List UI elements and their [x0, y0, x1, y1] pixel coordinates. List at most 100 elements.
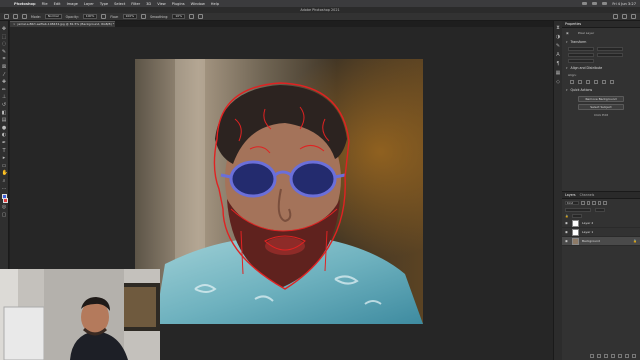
- select-subject-button[interactable]: Select Subject: [578, 104, 624, 110]
- width-input[interactable]: [568, 47, 594, 51]
- symmetry-icon[interactable]: [198, 14, 204, 19]
- align-center-icon[interactable]: [578, 80, 582, 84]
- remove-background-button[interactable]: Remove Background: [578, 96, 624, 102]
- hand-tool-icon[interactable]: ✋: [2, 171, 8, 176]
- align-bottom-icon[interactable]: [610, 80, 614, 84]
- pen-tool-icon[interactable]: ✒: [2, 140, 7, 146]
- menu-app-photoshop[interactable]: Photoshop: [14, 2, 36, 6]
- menubar-clock[interactable]: Fri 4 Jun 3:27: [612, 2, 636, 6]
- swatches-panel-icon[interactable]: ▦: [556, 71, 561, 76]
- fill-field[interactable]: [572, 214, 583, 218]
- brush-settings-icon[interactable]: [22, 14, 27, 19]
- visibility-eye-icon[interactable]: ◉: [565, 239, 569, 243]
- filter-smart-icon[interactable]: [603, 201, 607, 205]
- height-input[interactable]: [597, 47, 623, 51]
- history-brush-icon[interactable]: ↺: [2, 102, 7, 108]
- brush-panel-icon[interactable]: ✎: [556, 44, 561, 49]
- workspace-icon[interactable]: [622, 14, 627, 19]
- align-top-icon[interactable]: [594, 80, 598, 84]
- share-icon[interactable]: [631, 14, 636, 19]
- align-right-icon[interactable]: [586, 80, 590, 84]
- transform-section[interactable]: ▾ Transform: [562, 38, 640, 46]
- layer-row[interactable]: ◉ Layer 1: [562, 228, 640, 237]
- lasso-tool-icon[interactable]: ◌: [2, 42, 7, 47]
- quick-select-tool-icon[interactable]: ✎: [2, 49, 7, 55]
- eraser-tool-icon[interactable]: ◧: [2, 110, 7, 116]
- angle-input[interactable]: [568, 59, 594, 63]
- tab-properties[interactable]: Properties: [565, 22, 581, 26]
- document-canvas[interactable]: [135, 59, 423, 324]
- background-color-swatch[interactable]: [3, 197, 8, 203]
- smoothing-field[interactable]: 10%: [172, 14, 186, 19]
- eyedropper-tool-icon[interactable]: ⁄: [2, 72, 7, 78]
- quick-actions-section[interactable]: ▾ Quick Actions: [562, 86, 640, 94]
- layer-opacity-field[interactable]: [595, 208, 605, 212]
- quick-action-link[interactable]: Click Edit: [562, 112, 640, 118]
- mode-select[interactable]: Normal: [44, 14, 62, 19]
- filter-adjustment-icon[interactable]: [586, 201, 590, 205]
- opacity-field[interactable]: 100%: [82, 14, 98, 19]
- layer-row[interactable]: ◉ Background 🔒: [562, 237, 640, 246]
- tab-channels[interactable]: Channels: [580, 193, 595, 197]
- gradient-tool-icon[interactable]: ▤: [2, 118, 7, 123]
- more-tools-icon[interactable]: …: [2, 186, 7, 191]
- layer-lock-icon[interactable]: 🔒: [633, 239, 637, 243]
- menu-3d[interactable]: 3D: [146, 2, 151, 6]
- visibility-eye-icon[interactable]: ◉: [565, 230, 569, 234]
- link-layers-icon[interactable]: [590, 354, 594, 358]
- quick-mask-icon[interactable]: ◎: [2, 205, 7, 210]
- search-icon[interactable]: [602, 2, 608, 5]
- x-input[interactable]: [568, 53, 594, 57]
- wifi-icon[interactable]: [592, 2, 598, 5]
- menu-help[interactable]: Help: [211, 2, 219, 6]
- menu-edit[interactable]: Edit: [54, 2, 61, 6]
- filter-pixel-icon[interactable]: [581, 201, 585, 205]
- gear-icon[interactable]: [189, 14, 195, 19]
- apple-icon[interactable]: [4, 2, 8, 6]
- menu-filter[interactable]: Filter: [131, 2, 140, 6]
- close-tab-icon[interactable]: ×: [13, 22, 16, 26]
- search-icon[interactable]: [613, 14, 618, 19]
- brush-tool-icon[interactable]: ✏: [2, 87, 7, 93]
- stamp-tool-icon[interactable]: ⊥: [2, 95, 7, 100]
- styles-panel-icon[interactable]: ◇: [556, 80, 561, 85]
- align-left-icon[interactable]: [570, 80, 574, 84]
- align-middle-icon[interactable]: [602, 80, 606, 84]
- battery-icon[interactable]: [582, 2, 588, 5]
- history-panel-icon[interactable]: ⧗: [556, 26, 561, 31]
- flow-field[interactable]: 100%: [122, 14, 138, 19]
- pressure-opacity-icon[interactable]: [101, 14, 107, 19]
- menu-layer[interactable]: Layer: [84, 2, 94, 6]
- group-icon[interactable]: [618, 354, 622, 358]
- move-tool-icon[interactable]: ✥: [2, 27, 7, 32]
- menu-image[interactable]: Image: [67, 2, 78, 6]
- new-layer-icon[interactable]: [625, 354, 629, 358]
- path-select-tool-icon[interactable]: ▸: [2, 156, 7, 161]
- home-icon[interactable]: [4, 14, 9, 19]
- y-input[interactable]: [597, 53, 623, 57]
- character-panel-icon[interactable]: A: [556, 53, 561, 58]
- tab-layers[interactable]: Layers: [565, 193, 576, 197]
- crop-tool-icon[interactable]: ⌗: [2, 57, 7, 62]
- zoom-tool-icon[interactable]: ⌕: [2, 178, 7, 184]
- visibility-eye-icon[interactable]: ◉: [565, 221, 569, 225]
- type-tool-icon[interactable]: T: [2, 148, 7, 154]
- healing-tool-icon[interactable]: ✚: [2, 80, 7, 85]
- delete-layer-icon[interactable]: [632, 354, 636, 358]
- menu-file[interactable]: File: [42, 2, 48, 6]
- blur-tool-icon[interactable]: ●: [2, 125, 7, 131]
- filter-shape-icon[interactable]: [597, 201, 601, 205]
- shape-tool-icon[interactable]: ▭: [2, 163, 7, 169]
- layer-kind-select[interactable]: Kind: [565, 201, 579, 205]
- menu-select[interactable]: Select: [114, 2, 125, 6]
- brush-preset-icon[interactable]: [13, 14, 18, 19]
- adjustments-panel-icon[interactable]: ◑: [556, 35, 561, 40]
- blend-mode-select[interactable]: [565, 208, 591, 212]
- adjustment-layer-icon[interactable]: [611, 354, 615, 358]
- lock-icon[interactable]: 🔒: [565, 214, 568, 218]
- menu-view[interactable]: View: [157, 2, 166, 6]
- align-section[interactable]: ▾ Align and Distribute: [562, 64, 640, 72]
- dodge-tool-icon[interactable]: ◐: [2, 133, 7, 138]
- layer-row[interactable]: ◉ Layer 2: [562, 219, 640, 228]
- paragraph-panel-icon[interactable]: ¶: [556, 62, 561, 67]
